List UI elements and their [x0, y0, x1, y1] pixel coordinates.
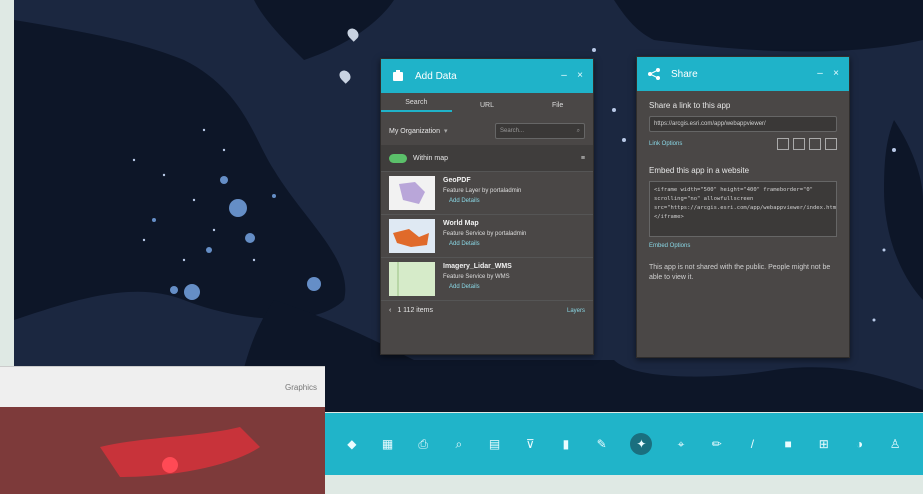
share-note: This app is not shared with the public. …	[649, 264, 831, 281]
chart-icon[interactable]: ▮	[559, 437, 573, 451]
layers-icon[interactable]: ◆	[345, 437, 359, 451]
share-panel-header: Share – ×	[637, 57, 849, 91]
item-description: Feature Service by WMS	[443, 274, 510, 280]
inset-search-bar: Graphics	[0, 367, 325, 407]
within-map-label: Within map	[413, 154, 449, 162]
item-description: Feature Layer by portaladmin	[443, 188, 522, 194]
inset-screenshot: Graphics	[0, 366, 325, 494]
search-input[interactable]: Search... ⌕	[495, 123, 585, 139]
prev-page-icon[interactable]: ‹	[389, 307, 391, 314]
item-title: GeoPDF	[443, 177, 471, 184]
embed-code-textarea[interactable]: <iframe width="500" height="400" framebo…	[649, 181, 837, 237]
search-icon[interactable]: ⌕	[577, 128, 580, 135]
filter-icon[interactable]: ≡	[581, 155, 585, 162]
gallery-icon[interactable]: ▦	[381, 437, 395, 451]
within-map-row: Within map ≡	[381, 145, 593, 171]
layers-button[interactable]: Layers	[567, 308, 585, 314]
inset-map-shapes	[100, 427, 260, 477]
results-list: GeoPDF Feature Layer by portaladmin Add …	[381, 171, 593, 300]
table-icon[interactable]: ▤	[488, 437, 502, 451]
swipe-icon[interactable]: ◑	[852, 437, 866, 451]
google-plus-icon[interactable]	[825, 138, 837, 150]
tab-search[interactable]: Search	[381, 99, 452, 112]
list-item: GeoPDF Feature Layer by portaladmin Add …	[381, 171, 593, 214]
share-icon[interactable]: ✦	[630, 433, 653, 455]
organization-dropdown[interactable]: My Organization	[389, 128, 440, 135]
panel-title: Share	[671, 68, 698, 80]
minimize-icon[interactable]: –	[559, 71, 569, 81]
item-add-button[interactable]: Add Details	[449, 239, 526, 249]
search-icon[interactable]: ⌕	[452, 437, 466, 451]
select-icon[interactable]: ■	[781, 437, 795, 451]
grid-icon[interactable]: ⊞	[817, 437, 831, 451]
edit-icon[interactable]: ✏	[710, 437, 724, 451]
share-body: Share a link to this app https://arcgis.…	[637, 91, 849, 293]
item-thumbnail	[389, 262, 435, 296]
item-title: World Map	[443, 220, 479, 227]
close-icon[interactable]: ×	[575, 71, 585, 81]
within-map-toggle[interactable]	[389, 153, 407, 163]
email-icon[interactable]	[809, 138, 821, 150]
filter-row: My Organization ▾ Search... ⌕	[381, 117, 593, 145]
measure-icon[interactable]: ⌖	[674, 437, 688, 451]
inset-search-text[interactable]: Graphics	[285, 383, 317, 392]
tab-url[interactable]: URL	[452, 102, 523, 109]
person-icon[interactable]: ♙	[888, 437, 902, 451]
add-data-panel-header: Add Data – ×	[381, 59, 593, 93]
share-icon	[645, 65, 663, 83]
pencil-icon[interactable]: /	[745, 437, 759, 451]
filter-icon[interactable]: ⊽	[523, 437, 537, 451]
close-icon[interactable]: ×	[831, 69, 841, 79]
item-add-button[interactable]: Add Details	[449, 282, 512, 292]
add-data-panel: Add Data – × Search URL File My Organiza…	[380, 58, 594, 355]
bottom-toolbar: ◆ ▦ ⎙ ⌕ ▤ ⊽ ▮ ✎ ✦ ⌖ ✏ / ■ ⊞ ◑ ♙	[324, 413, 923, 475]
item-description: Feature Service by portaladmin	[443, 231, 527, 237]
list-item: Imagery_Lidar_WMS Feature Service by WMS…	[381, 257, 593, 300]
chevron-down-icon: ▾	[443, 128, 448, 135]
item-add-button[interactable]: Add Details	[449, 196, 521, 206]
search-placeholder: Search...	[500, 128, 525, 134]
embed-options-link[interactable]: Embed Options	[649, 243, 837, 249]
add-data-tabs: Search URL File	[381, 93, 593, 117]
draw-icon[interactable]: ✎	[595, 437, 609, 451]
inset-map[interactable]	[0, 407, 325, 494]
link-options-link[interactable]: Link Options	[649, 141, 682, 147]
share-panel: Share – × Share a link to this app https…	[636, 56, 850, 358]
item-thumbnail	[389, 176, 435, 210]
link-options-row: Link Options	[649, 138, 837, 150]
pager-row: ‹ 1 112 items Layers	[381, 300, 593, 320]
item-thumbnail	[389, 219, 435, 253]
facebook-icon[interactable]	[777, 138, 789, 150]
add-data-icon	[389, 67, 407, 85]
twitter-icon[interactable]	[793, 138, 805, 150]
embed-heading: Embed this app in a website	[649, 166, 750, 175]
minimize-icon[interactable]: –	[815, 69, 825, 79]
print-icon[interactable]: ⎙	[416, 437, 430, 451]
pager-text: 1 112 items	[397, 307, 434, 314]
share-link-value: https://arcgis.esri.com/app/webappviewer…	[654, 121, 766, 127]
share-link-field[interactable]: https://arcgis.esri.com/app/webappviewer…	[649, 116, 837, 132]
item-title: Imagery_Lidar_WMS	[443, 263, 512, 270]
share-link-heading: Share a link to this app	[649, 101, 731, 110]
screenshot-frame: Add Data – × Search URL File My Organiza…	[0, 0, 923, 494]
tab-file[interactable]: File	[522, 102, 593, 109]
list-item: World Map Feature Service by portaladmin…	[381, 214, 593, 257]
panel-title: Add Data	[415, 70, 457, 82]
